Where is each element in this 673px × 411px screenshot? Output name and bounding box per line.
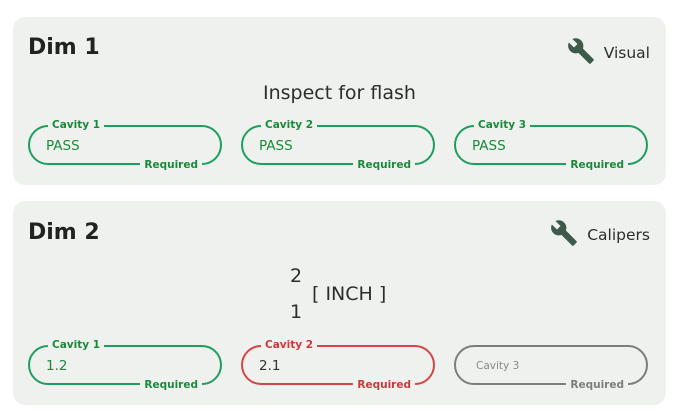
dimension-card-2: Dim 2 Calipers 2 [ INCH ] 1 Cavity 1 1.2… — [13, 201, 666, 405]
upper-limit: 2 — [290, 265, 303, 287]
cavity-2-field[interactable]: Cavity 2 2.1 Required — [241, 338, 435, 392]
field-label: Cavity 1 — [48, 338, 105, 352]
required-hint: Required — [353, 378, 415, 392]
unit-label: [ INCH ] — [312, 283, 387, 305]
wrench-icon — [550, 219, 578, 251]
cavity-3-field[interactable]: Cavity 3 PASS Required — [454, 118, 648, 172]
dimension-title: Dim 2 — [28, 220, 100, 245]
field-label: Cavity 2 — [261, 338, 318, 352]
required-hint: Required — [140, 378, 202, 392]
required-hint: Required — [140, 158, 202, 172]
inspection-instruction: Inspect for flash — [263, 82, 416, 104]
field-value: 2.1 — [259, 358, 281, 374]
cavity-2-field[interactable]: Cavity 2 PASS Required — [241, 118, 435, 172]
tool-indicator: Calipers — [550, 219, 650, 251]
tool-indicator: Visual — [567, 37, 650, 69]
field-value: PASS — [46, 138, 80, 154]
tolerance-spec: 2 [ INCH ] 1 — [290, 265, 410, 325]
dimension-card-1: Dim 1 Visual Inspect for flash Cavity 1 … — [13, 17, 666, 185]
dimension-title: Dim 1 — [28, 35, 100, 60]
tool-label: Visual — [603, 44, 650, 62]
field-value: 1.2 — [46, 358, 68, 374]
field-label: Cavity 2 — [261, 118, 318, 132]
required-hint: Required — [566, 158, 628, 172]
lower-limit: 1 — [290, 301, 303, 323]
cavity-1-field[interactable]: Cavity 1 1.2 Required — [28, 338, 222, 392]
field-placeholder: Cavity 3 — [476, 360, 520, 372]
tool-label: Calipers — [587, 226, 650, 244]
field-value: PASS — [472, 138, 506, 154]
wrench-icon — [567, 37, 595, 69]
required-hint: Required — [566, 378, 628, 392]
field-value: PASS — [259, 138, 293, 154]
required-hint: Required — [353, 158, 415, 172]
cavity-3-field[interactable]: Cavity 3 Required — [454, 345, 648, 392]
field-label: Cavity 3 — [474, 118, 531, 132]
cavity-1-field[interactable]: Cavity 1 PASS Required — [28, 118, 222, 172]
field-label: Cavity 1 — [48, 118, 105, 132]
